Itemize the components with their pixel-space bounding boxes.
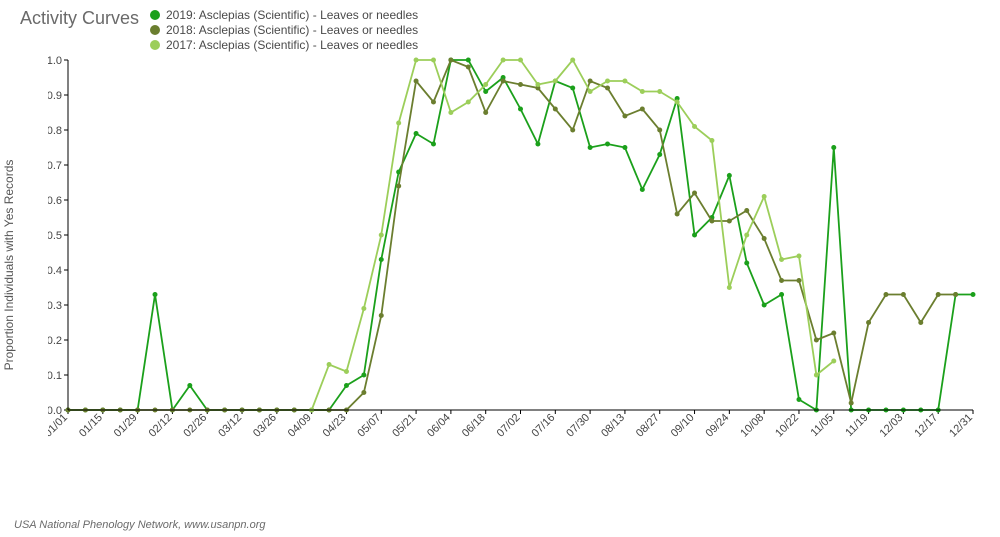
svg-text:07/16: 07/16 bbox=[529, 412, 557, 440]
svg-text:03/12: 03/12 bbox=[216, 412, 244, 440]
svg-text:05/21: 05/21 bbox=[390, 412, 418, 440]
svg-text:12/03: 12/03 bbox=[878, 412, 906, 440]
svg-text:12/31: 12/31 bbox=[947, 412, 975, 440]
legend-label: 2019: Asclepias (Scientific) - Leaves or… bbox=[166, 8, 418, 22]
svg-text:11/05: 11/05 bbox=[809, 412, 836, 439]
svg-text:04/23: 04/23 bbox=[321, 412, 349, 440]
legend-item-2018: 2018: Asclepias (Scientific) - Leaves or… bbox=[150, 22, 418, 37]
legend-label: 2018: Asclepias (Scientific) - Leaves or… bbox=[166, 23, 418, 37]
svg-text:11/19: 11/19 bbox=[843, 412, 870, 439]
svg-text:05/07: 05/07 bbox=[355, 412, 383, 440]
svg-text:0.1: 0.1 bbox=[48, 370, 62, 382]
svg-text:0.7: 0.7 bbox=[48, 160, 62, 172]
svg-text:12/17: 12/17 bbox=[912, 412, 940, 440]
svg-text:0.3: 0.3 bbox=[48, 300, 62, 312]
svg-text:06/04: 06/04 bbox=[425, 412, 453, 440]
svg-text:02/26: 02/26 bbox=[181, 412, 209, 440]
legend-dot-icon bbox=[150, 10, 160, 20]
svg-text:09/24: 09/24 bbox=[704, 412, 732, 440]
line-chart: 0.00.10.20.30.40.50.60.70.80.91.0 01/010… bbox=[48, 55, 983, 455]
legend-item-2019: 2019: Asclepias (Scientific) - Leaves or… bbox=[150, 7, 418, 22]
svg-text:06/18: 06/18 bbox=[460, 412, 488, 440]
footer-credit: USA National Phenology Network, www.usan… bbox=[14, 519, 266, 531]
x-axis: 01/0101/1501/2902/1202/2603/1203/2604/09… bbox=[48, 410, 975, 440]
legend-item-2017: 2017: Asclepias (Scientific) - Leaves or… bbox=[150, 37, 418, 52]
svg-text:08/27: 08/27 bbox=[634, 412, 662, 440]
svg-text:07/02: 07/02 bbox=[495, 412, 523, 440]
y-axis: 0.00.10.20.30.40.50.60.70.80.91.0 bbox=[48, 55, 68, 417]
chart-series bbox=[66, 58, 976, 413]
svg-text:0.8: 0.8 bbox=[48, 125, 62, 137]
legend-label: 2017: Asclepias (Scientific) - Leaves or… bbox=[166, 38, 418, 52]
svg-text:0.9: 0.9 bbox=[48, 90, 62, 102]
svg-text:01/29: 01/29 bbox=[112, 412, 140, 440]
svg-text:01/15: 01/15 bbox=[77, 412, 105, 440]
svg-text:0.2: 0.2 bbox=[48, 335, 62, 347]
svg-text:04/09: 04/09 bbox=[286, 412, 314, 440]
legend-dot-icon bbox=[150, 25, 160, 35]
legend-dot-icon bbox=[150, 40, 160, 50]
y-axis-label: Proportion Individuals with Yes Records bbox=[2, 54, 16, 265]
legend: 2019: Asclepias (Scientific) - Leaves or… bbox=[150, 7, 418, 52]
svg-text:0.4: 0.4 bbox=[48, 265, 62, 277]
svg-text:10/08: 10/08 bbox=[738, 412, 766, 440]
svg-text:02/12: 02/12 bbox=[147, 412, 175, 440]
svg-text:1.0: 1.0 bbox=[48, 55, 62, 67]
svg-text:0.6: 0.6 bbox=[48, 195, 62, 207]
svg-text:07/30: 07/30 bbox=[564, 412, 592, 440]
svg-text:08/13: 08/13 bbox=[599, 412, 627, 440]
chart-title: Activity Curves bbox=[20, 8, 139, 29]
svg-text:09/10: 09/10 bbox=[669, 412, 697, 440]
svg-text:0.5: 0.5 bbox=[48, 230, 62, 242]
svg-text:10/22: 10/22 bbox=[773, 412, 801, 440]
svg-text:03/26: 03/26 bbox=[251, 412, 279, 440]
